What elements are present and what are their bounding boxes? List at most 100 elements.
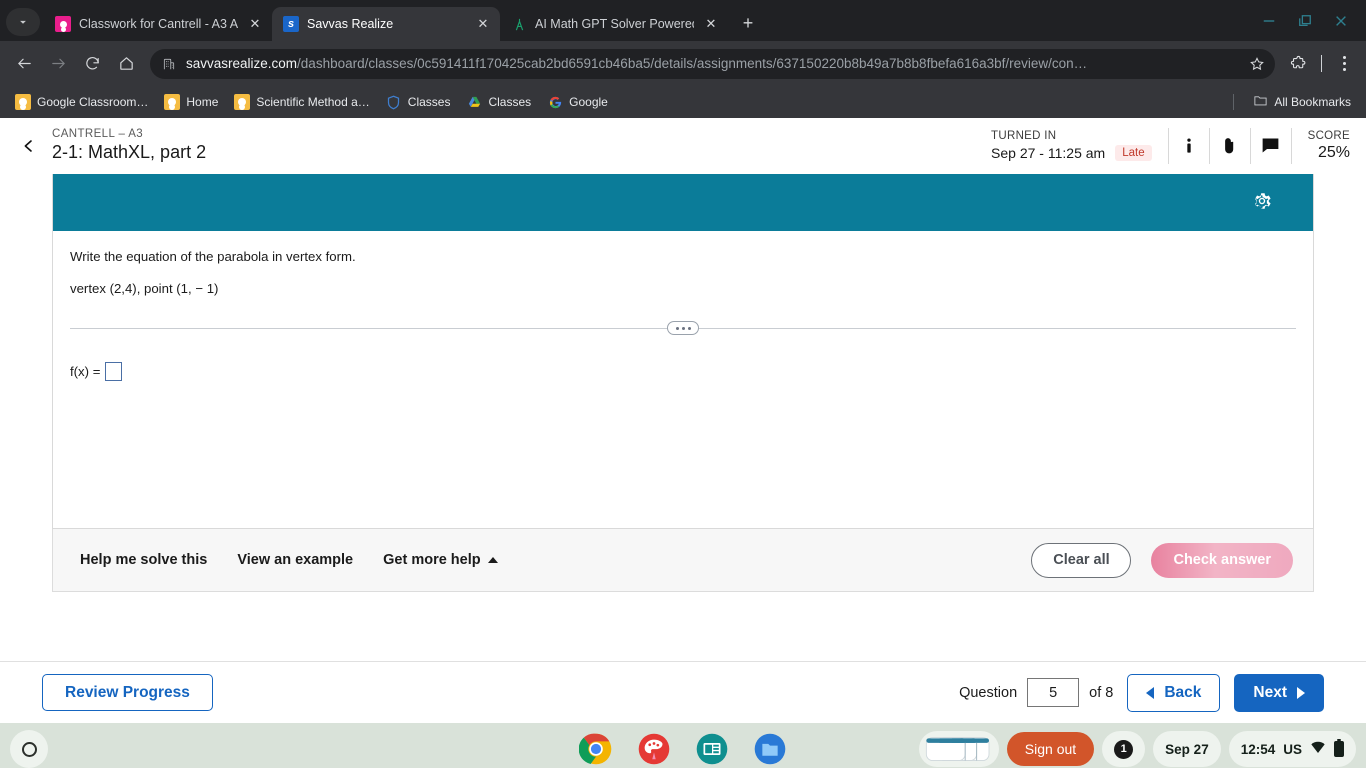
forward-button[interactable] [42, 48, 74, 80]
tab-title: Savvas Realize [307, 17, 394, 31]
window-overview-button[interactable] [918, 731, 999, 767]
address-bar[interactable]: savvasrealize.com/dashboard/classes/0c59… [150, 48, 1275, 79]
dot [1342, 56, 1346, 59]
canvas-app-icon[interactable] [635, 730, 673, 768]
close-window-button[interactable] [1324, 4, 1358, 38]
close-icon[interactable]: ✕ [702, 15, 720, 33]
question-number-input[interactable] [1027, 678, 1080, 707]
back-chevron-icon[interactable] [10, 128, 46, 164]
comment-icon[interactable] [1251, 126, 1291, 166]
tray-locale: US [1283, 741, 1302, 757]
bookmark-classes-shield[interactable]: Classes [379, 90, 458, 114]
triangle-right-icon [1297, 686, 1305, 699]
new-tab-button[interactable]: + [734, 9, 762, 37]
help-me-solve-this-link[interactable]: Help me solve this [80, 552, 207, 568]
browser-tab-ai-math[interactable]: AI Math GPT Solver Powered by ✕ [500, 7, 728, 41]
dot [1342, 62, 1346, 65]
sign-out-button[interactable]: Sign out [1006, 732, 1095, 766]
exercise-wrapper: Write the equation of the parabola in ve… [0, 174, 1366, 592]
extensions-button[interactable] [1283, 49, 1313, 79]
close-icon [1336, 15, 1346, 26]
page-title: 2-1: MathXL, part 2 [52, 142, 207, 162]
chrome-app-icon[interactable] [577, 730, 615, 768]
dot [687, 326, 691, 330]
chevron-down-icon [20, 20, 26, 24]
tab-search-button[interactable] [6, 8, 40, 36]
gear-icon[interactable] [1251, 190, 1277, 216]
launcher-icon [21, 741, 37, 757]
score-block: SCORE 25% [1292, 130, 1350, 162]
chrome-browser-window: Classwork for Cantrell - A3 A3 ✕ s Savva… [0, 0, 1366, 768]
window-stack-icon [925, 737, 990, 761]
reload-button[interactable] [76, 48, 108, 80]
home-button[interactable] [110, 48, 142, 80]
exercise-body: Write the equation of the parabola in ve… [53, 231, 1313, 528]
bookmark-star-icon[interactable] [1245, 52, 1269, 76]
all-bookmarks-area: All Bookmarks [1233, 89, 1358, 115]
bookmark-label: Google [569, 95, 608, 109]
question-counter: Question of 8 [959, 678, 1113, 707]
folder-icon [1253, 93, 1268, 111]
all-bookmarks-button[interactable]: All Bookmarks [1246, 89, 1358, 115]
exercise-card: Write the equation of the parabola in ve… [52, 174, 1314, 529]
view-an-example-link[interactable]: View an example [237, 552, 353, 568]
tab-strip: Classwork for Cantrell - A3 A3 ✕ s Savva… [0, 0, 1366, 41]
calendar-tray-button[interactable]: Sep 27 [1153, 731, 1221, 767]
browser-tab-savvas[interactable]: s Savvas Realize ✕ [272, 7, 500, 41]
score-value: 25% [1317, 143, 1350, 161]
url-domain: savvasrealize.com [186, 56, 298, 71]
google-drive-icon [466, 94, 482, 110]
bookmark-scientific-method[interactable]: Scientific Method a… [227, 90, 376, 114]
minimize-icon [1263, 19, 1275, 22]
close-icon[interactable]: ✕ [246, 15, 264, 33]
bookmark-google[interactable]: Google [540, 90, 615, 114]
tray-date: Sep 27 [1165, 741, 1209, 757]
answer-input[interactable] [105, 362, 123, 381]
battery-icon [1334, 738, 1344, 757]
maximize-button[interactable] [1288, 4, 1322, 38]
bookmark-google-classroom[interactable]: Google Classroom… [8, 90, 155, 114]
compass-icon [511, 16, 527, 32]
window-controls [1252, 0, 1366, 41]
home-icon [119, 57, 133, 70]
assignment-titles: CANTRELL – A3 2-1: MathXL, part 2 [52, 128, 206, 163]
chrome-menu-button[interactable] [1330, 49, 1358, 79]
assignment-header: CANTRELL – A3 2-1: MathXL, part 2 TURNED… [0, 118, 1366, 174]
notification-tray-button[interactable]: 1 [1102, 731, 1146, 767]
back-button[interactable]: Back [1127, 673, 1221, 712]
launcher-button[interactable] [10, 730, 48, 768]
info-icon[interactable] [1169, 126, 1209, 166]
url-path: /dashboard/classes/0c591411f170425cab2bd… [297, 56, 1088, 71]
files-app-icon[interactable] [751, 730, 789, 768]
browser-tab-classwork[interactable]: Classwork for Cantrell - A3 A3 ✕ [44, 7, 272, 41]
check-answer-button[interactable]: Check answer [1151, 542, 1293, 578]
chromeos-shelf: Sign out 1 Sep 27 12:54 US [0, 723, 1366, 768]
status-tray-button[interactable]: 12:54 US [1228, 731, 1356, 767]
assignment-status-area: TURNED IN Sep 27 - 11:25 am Late SCORE 2… [991, 124, 1350, 168]
dot [681, 326, 685, 330]
get-more-help-button[interactable]: Get more help [383, 552, 498, 568]
site-info-icon[interactable] [160, 55, 178, 73]
bookmarks-bar: Google Classroom… Home Scientific Method… [0, 86, 1366, 118]
divider-handle[interactable] [667, 321, 699, 335]
clear-all-button[interactable]: Clear all [1031, 542, 1132, 578]
bookmark-home[interactable]: Home [157, 90, 225, 114]
help-toolbar: Help me solve this View an example Get m… [52, 529, 1314, 592]
turned-in-label: TURNED IN [991, 130, 1057, 142]
slides-app-icon[interactable] [693, 730, 731, 768]
bookmark-classes-drive[interactable]: Classes [459, 90, 538, 114]
tab-title: AI Math GPT Solver Powered by [535, 17, 694, 31]
tray-time: 12:54 [1240, 741, 1276, 757]
question-total-label: of 8 [1089, 684, 1114, 701]
close-icon[interactable]: ✕ [474, 15, 492, 33]
turned-in-row: Sep 27 - 11:25 am Late [991, 145, 1152, 161]
minimize-button[interactable] [1252, 4, 1286, 38]
back-button[interactable] [8, 48, 40, 80]
next-button[interactable]: Next [1234, 673, 1324, 712]
reload-icon [85, 57, 99, 70]
attachment-icon[interactable] [1210, 126, 1250, 166]
tab-title: Classwork for Cantrell - A3 A3 [79, 17, 238, 31]
review-progress-button[interactable]: Review Progress [42, 674, 213, 711]
url-text: savvasrealize.com/dashboard/classes/0c59… [186, 56, 1237, 71]
system-tray: Sign out 1 Sep 27 12:54 US [918, 731, 1356, 767]
